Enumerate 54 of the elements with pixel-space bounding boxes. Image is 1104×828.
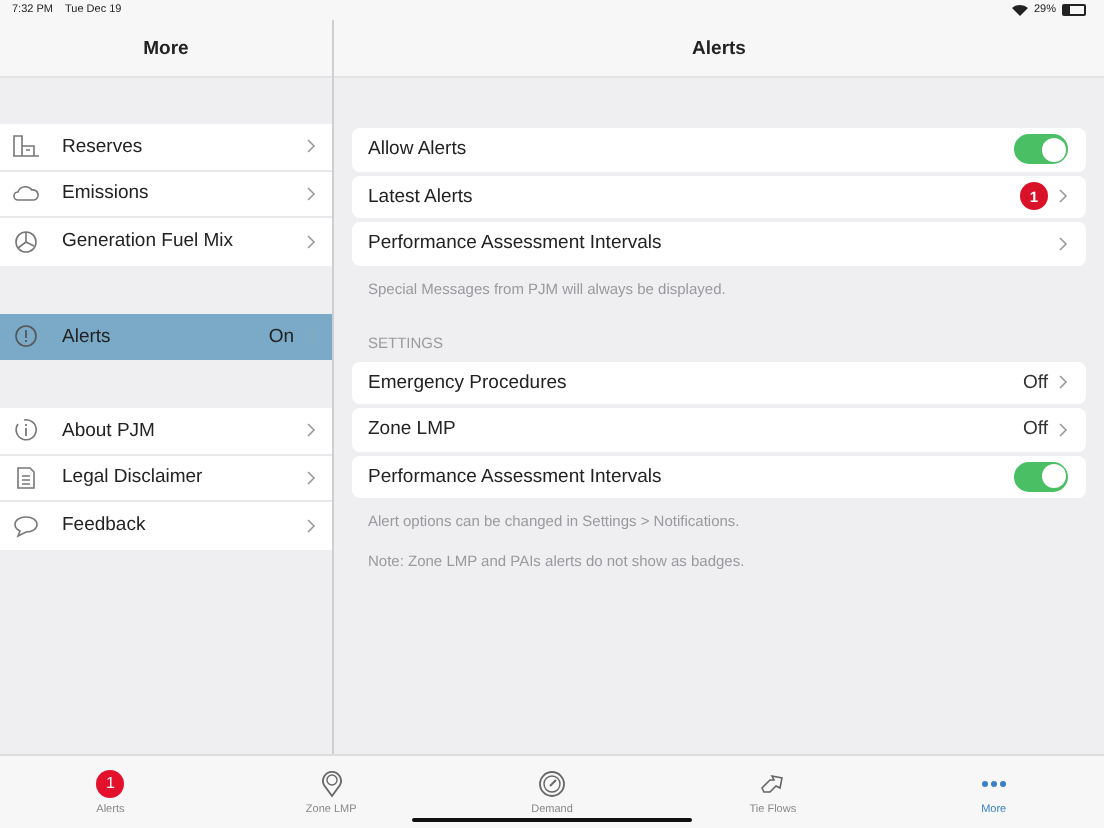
sidebar-item-label: Generation Fuel Mix xyxy=(62,230,236,253)
sidebar-title: More xyxy=(143,37,189,59)
sidebar-item[interactable]: Generation Fuel Mix xyxy=(0,218,332,265)
row-label: Emergency Procedures xyxy=(368,371,569,394)
sidebar-item-label: Alerts xyxy=(62,325,113,348)
sidebar-item[interactable]: Emissions xyxy=(0,171,332,218)
page-title: Alerts xyxy=(692,37,746,59)
sidebar-item[interactable]: Reserves xyxy=(0,124,332,171)
sidebar-item-label: About PJM xyxy=(62,419,157,442)
row-label: Performance Assessment Intervals xyxy=(368,465,664,488)
row-label: Allow Alerts xyxy=(368,138,469,161)
sidebar-item-label: Emissions xyxy=(62,182,151,205)
map-pin-dollar-icon xyxy=(317,769,346,797)
chevron-icon xyxy=(1058,235,1068,252)
sidebar-item[interactable]: Alerts On xyxy=(0,313,332,360)
battery-icon xyxy=(1062,4,1086,16)
chevron-icon xyxy=(306,469,316,486)
settings-row[interactable]: Emergency Procedures Off xyxy=(352,361,1086,404)
toggle-switch[interactable] xyxy=(1014,134,1068,165)
chevron-icon xyxy=(306,233,316,250)
chevron-icon xyxy=(306,422,316,439)
settings-row[interactable]: Performance Assessment Intervals xyxy=(352,222,1086,265)
alert-icon xyxy=(12,324,40,349)
row-label: Zone LMP xyxy=(368,418,458,441)
sidebar-item[interactable]: Feedback xyxy=(0,502,332,549)
building-icon xyxy=(12,134,40,159)
settings-row[interactable]: Performance Assessment Intervals xyxy=(352,455,1086,498)
row-value: Off xyxy=(1023,371,1048,394)
sidebar-item-label: Legal Disclaimer xyxy=(62,466,205,489)
gauge-icon xyxy=(538,769,567,797)
sidebar-item[interactable]: About PJM xyxy=(0,408,332,455)
speech-bubble-icon xyxy=(12,513,40,538)
chevron-icon xyxy=(1058,421,1068,438)
settings-row[interactable]: Allow Alerts xyxy=(352,128,1086,171)
chevron-icon xyxy=(306,517,316,534)
sidebar-item[interactable]: Legal Disclaimer xyxy=(0,455,332,502)
sidebar-item-label: Feedback xyxy=(62,514,148,537)
pie-chart-icon xyxy=(12,229,40,254)
chevron-icon xyxy=(306,185,316,202)
chevron-icon xyxy=(1058,188,1068,205)
row-label: Performance Assessment Intervals xyxy=(368,232,664,255)
settings-row[interactable]: Zone LMP Off xyxy=(352,408,1086,451)
row-label: Latest Alerts xyxy=(368,185,475,208)
wifi-icon xyxy=(1011,4,1028,16)
sidebar-item-label: Reserves xyxy=(62,135,145,158)
chevron-icon xyxy=(1058,374,1068,391)
document-icon xyxy=(12,465,40,490)
cloud-icon xyxy=(12,181,40,206)
tab-badge: 1 xyxy=(96,769,125,797)
toggle-switch[interactable] xyxy=(1014,461,1068,492)
info-icon xyxy=(12,418,40,443)
chevron-icon xyxy=(306,138,316,155)
row-value: Off xyxy=(1023,418,1048,441)
sidebar-item-value: On xyxy=(268,325,294,348)
